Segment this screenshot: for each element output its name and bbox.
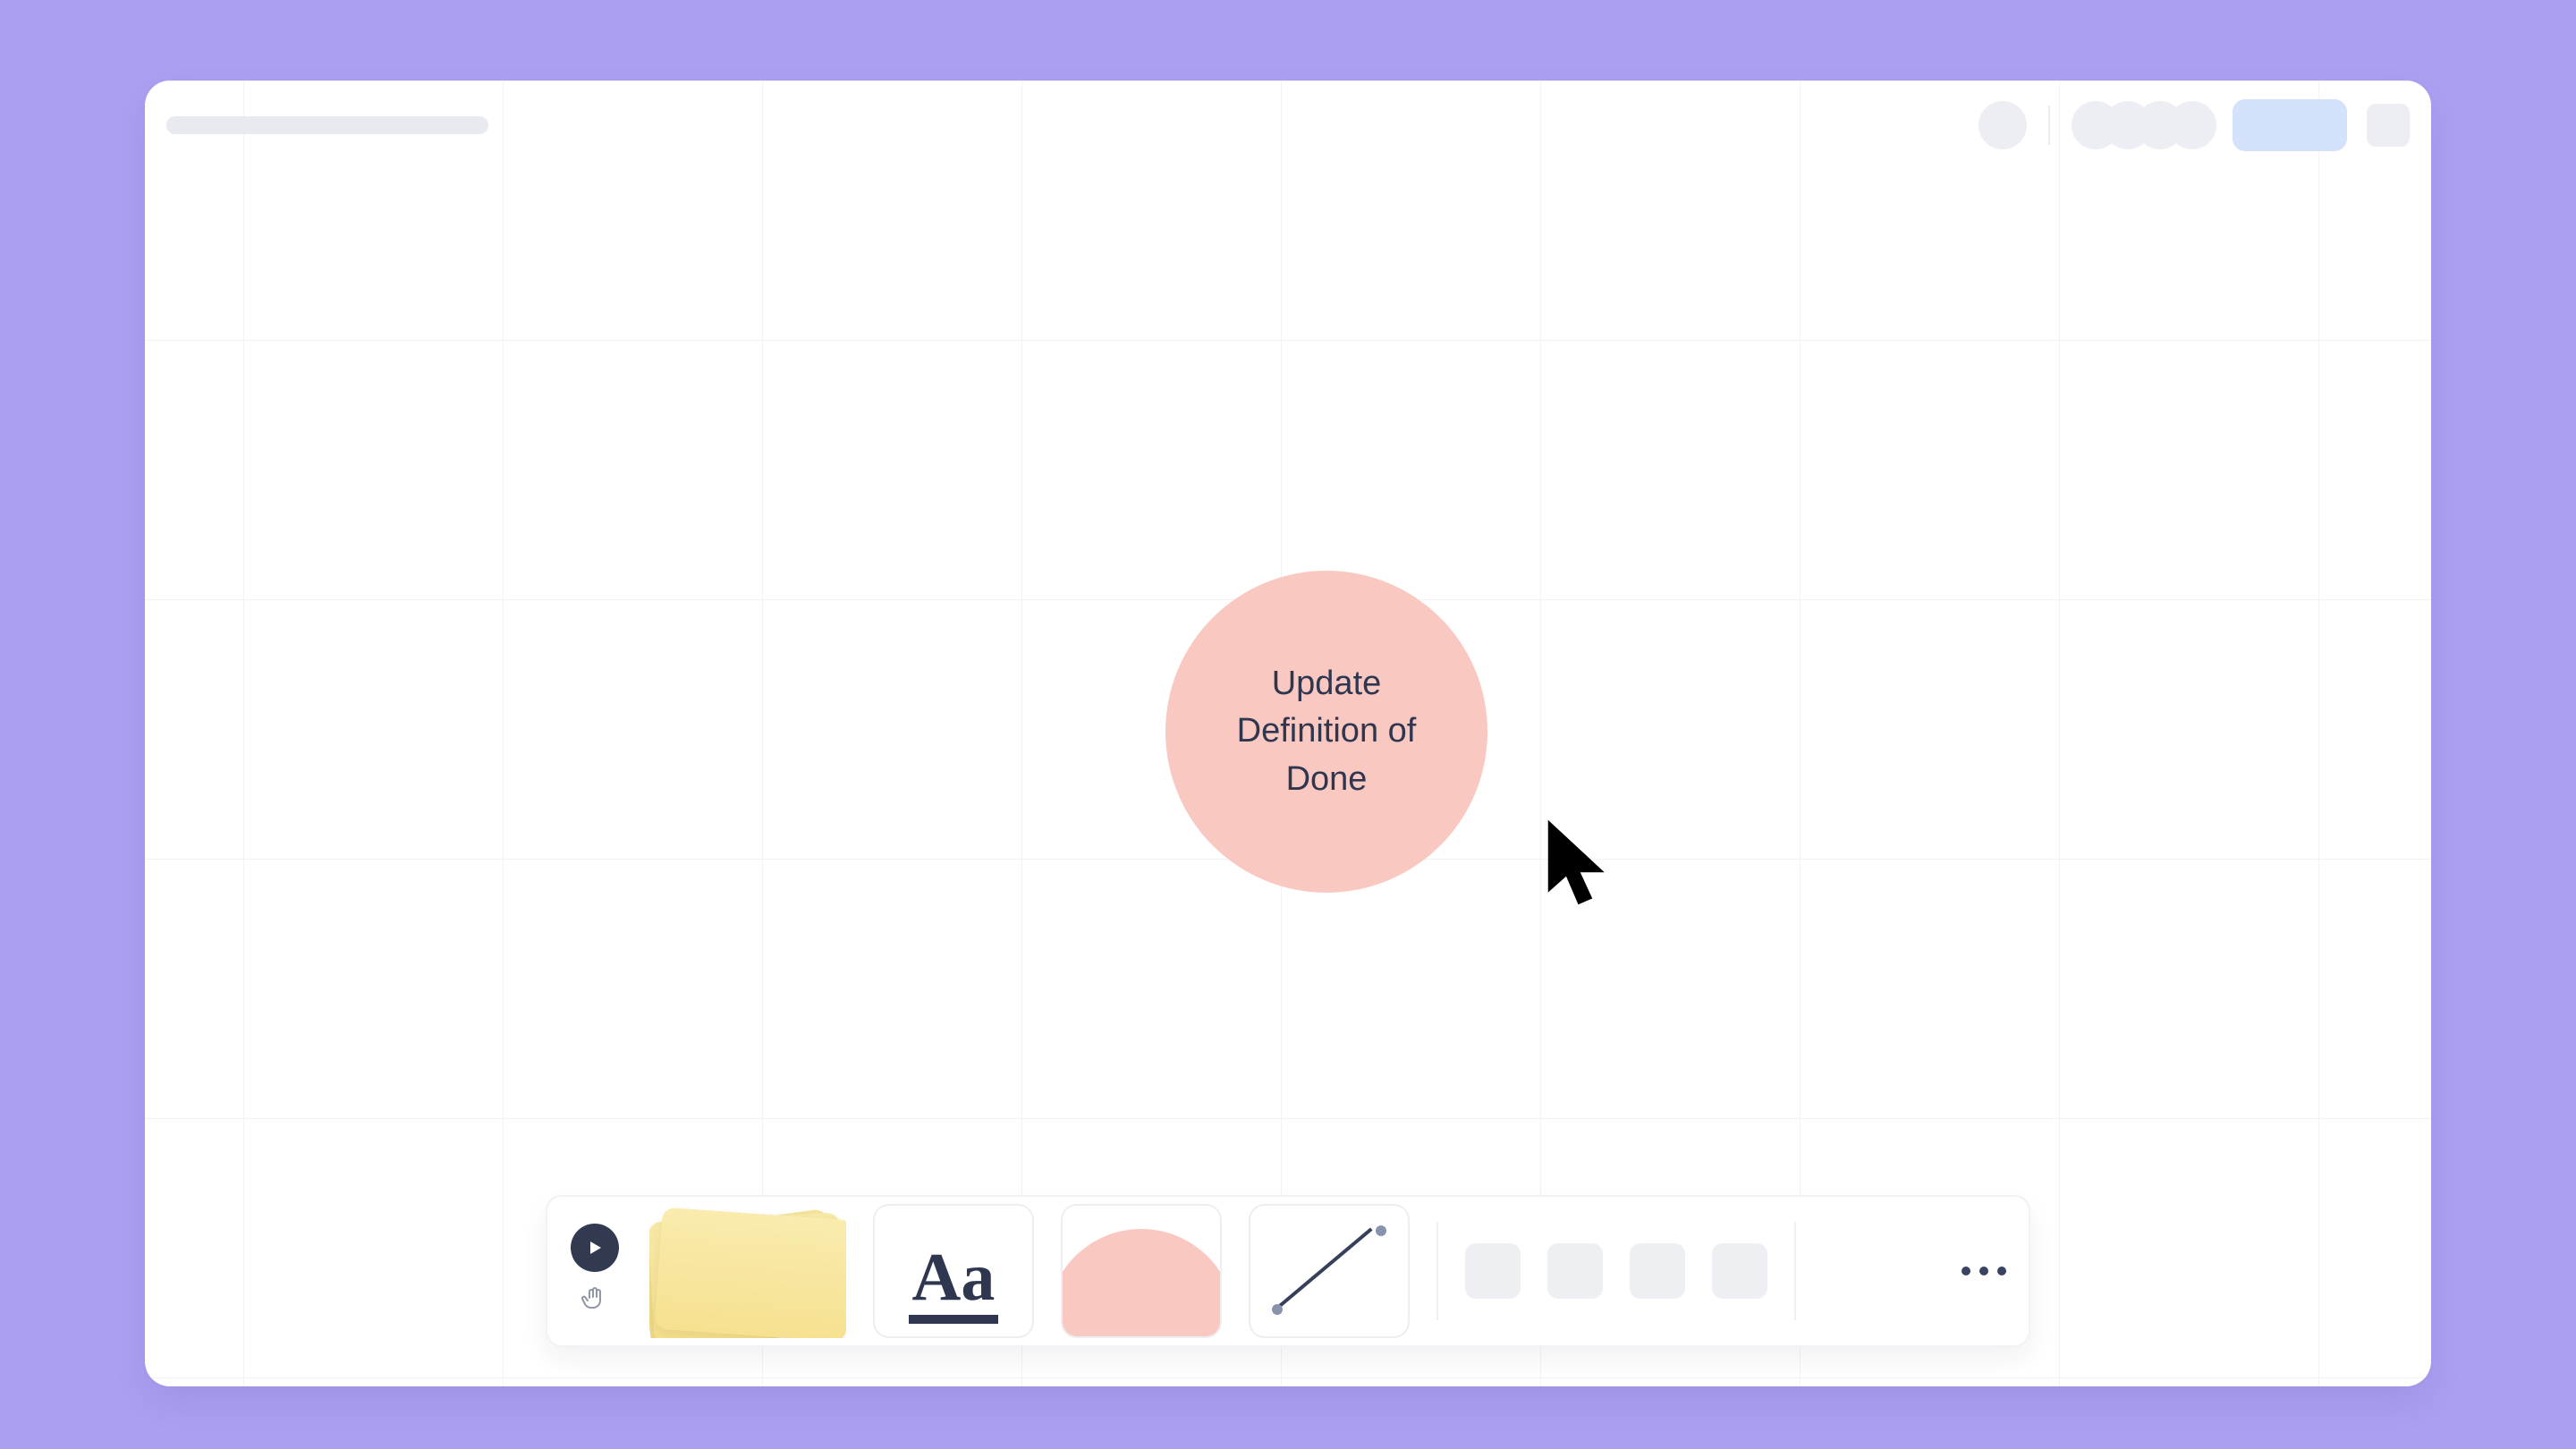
header-divider — [2048, 106, 2050, 145]
shape-tool[interactable] — [1061, 1204, 1222, 1338]
canvas-shape-text: Update Definition of Done — [1201, 660, 1452, 803]
toolbar-divider — [1436, 1222, 1438, 1320]
text-tool-icon: Aa — [909, 1243, 999, 1324]
canvas-shape-circle[interactable]: Update Definition of Done — [1165, 571, 1487, 893]
sticky-note-icon — [649, 1208, 846, 1338]
circle-shape-icon — [1061, 1229, 1222, 1338]
tool-placeholder[interactable] — [1547, 1243, 1603, 1299]
title-placeholder — [166, 116, 488, 134]
ellipsis-icon — [1962, 1267, 2006, 1275]
bottom-toolbar: Aa — [546, 1195, 2030, 1347]
tool-placeholder[interactable] — [1630, 1243, 1685, 1299]
header-menu-button[interactable] — [2367, 104, 2410, 147]
play-icon — [586, 1239, 604, 1257]
line-icon — [1272, 1225, 1386, 1315]
share-button[interactable] — [2233, 99, 2347, 151]
extra-tools-group — [1465, 1243, 1767, 1299]
toolbar-divider — [1794, 1222, 1796, 1320]
user-avatar[interactable] — [1979, 101, 2027, 149]
more-tools-button[interactable] — [1959, 1246, 2009, 1296]
tool-placeholder[interactable] — [1465, 1243, 1521, 1299]
app-window: Update Definition of Done Aa — [145, 80, 2431, 1386]
present-mode-button[interactable] — [571, 1224, 619, 1272]
hand-icon — [580, 1284, 609, 1313]
collaborator-avatars[interactable] — [2072, 101, 2216, 149]
header-bar — [145, 80, 2431, 170]
connector-line-tool[interactable] — [1249, 1204, 1410, 1338]
sticky-note-tool[interactable] — [649, 1204, 846, 1338]
mode-switcher — [567, 1224, 623, 1318]
tool-placeholder[interactable] — [1712, 1243, 1767, 1299]
text-tool[interactable]: Aa — [873, 1204, 1034, 1338]
pan-hand-button[interactable] — [575, 1279, 614, 1318]
collaborator-avatar[interactable] — [2168, 101, 2216, 149]
